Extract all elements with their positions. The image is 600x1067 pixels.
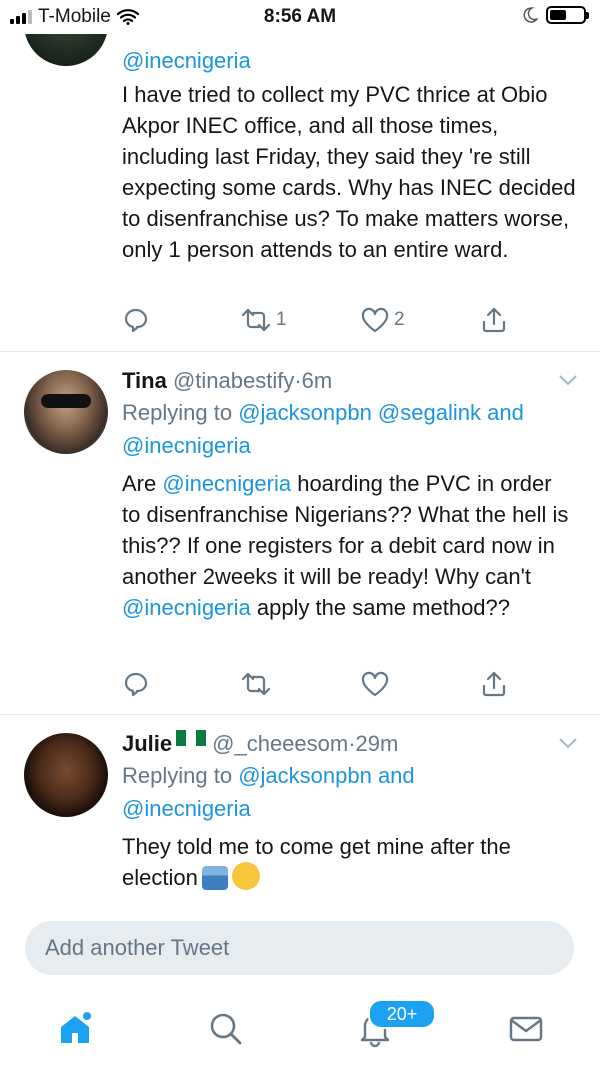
mention[interactable]: @inecnigeria <box>122 595 251 620</box>
replying-mention-last[interactable]: @inecnigeria <box>122 796 251 821</box>
retweet-button[interactable]: 1 <box>240 306 287 334</box>
replying-to: Replying to @jacksonpbn @segalink and @i… <box>122 400 524 458</box>
reply-button[interactable] <box>122 306 150 334</box>
tweet-time: 6m <box>301 368 333 393</box>
search-icon[interactable] <box>205 1008 245 1048</box>
reply-icon <box>124 308 148 333</box>
like-count: 2 <box>394 309 405 330</box>
reply-button[interactable] <box>122 670 150 698</box>
tweet-header: Julie @_cheeesom·29m <box>122 730 399 756</box>
tweet-2[interactable]: Tina @tinabestify·6m Replying to @jackso… <box>0 352 600 715</box>
share-button[interactable] <box>480 670 508 698</box>
home-icon[interactable] <box>55 1008 95 1048</box>
chevron-down-icon[interactable] <box>558 374 578 386</box>
reply-to-mention[interactable]: @inecnigeria <box>122 44 576 77</box>
add-tweet-input[interactable]: Add another Tweet <box>25 921 574 975</box>
share-icon <box>482 307 506 333</box>
replying-mentions[interactable]: @jacksonpbn @segalink <box>238 400 481 425</box>
replying-mention-last[interactable]: @inecnigeria <box>122 433 251 458</box>
like-button[interactable]: 2 <box>360 306 405 334</box>
nigeria-flag-icon <box>176 730 207 746</box>
thinking-face-emoji-icon <box>231 862 260 890</box>
tweet-1[interactable]: @inecnigeria I have tried to collect my … <box>0 0 600 352</box>
reply-icon <box>124 672 148 697</box>
chevron-down-icon[interactable] <box>558 737 578 749</box>
retweet-icon <box>241 308 271 332</box>
moon-icon <box>523 7 538 23</box>
tweet-actions <box>122 670 506 700</box>
share-button[interactable] <box>480 306 508 334</box>
add-tweet-placeholder: Add another Tweet <box>45 935 230 960</box>
tab-bar <box>0 1000 600 1067</box>
tweet-3[interactable]: Julie @_cheeesom·29m Replying to @jackson… <box>0 715 600 910</box>
author-name[interactable]: Julie <box>122 731 172 756</box>
tweet-actions: 1 2 <box>122 306 506 336</box>
replying-mentions[interactable]: @jacksonpbn <box>238 763 372 788</box>
author-handle[interactable]: @_cheeesom <box>212 731 348 756</box>
avatar[interactable] <box>24 370 108 454</box>
notifications-badge: 20+ <box>368 999 436 1029</box>
tweet-header: Tina @tinabestify·6m <box>122 368 333 393</box>
like-icon <box>361 307 389 333</box>
tweet-time: 29m <box>355 731 399 756</box>
status-bar: T-Mobile 8:56 AM <box>0 0 600 34</box>
messages-icon[interactable] <box>506 1008 546 1048</box>
retweet-count: 1 <box>276 309 287 330</box>
like-button[interactable] <box>360 670 390 698</box>
tweet-text: I have tried to collect my PVC thrice at… <box>122 82 576 262</box>
tweet-text: Are @inecnigeria hoarding the PVC in ord… <box>122 471 569 620</box>
status-time: 8:56 AM <box>263 6 337 27</box>
compose-bar: Add another Tweet <box>0 910 600 1000</box>
mention[interactable]: @inecnigeria <box>162 471 291 496</box>
avatar[interactable] <box>24 733 108 817</box>
retweet-icon <box>241 672 271 696</box>
tweet-text: They told me to come get mine after the … <box>122 834 511 890</box>
ballot-box-emoji-icon <box>201 866 228 890</box>
author-handle[interactable]: @tinabestify <box>173 368 294 393</box>
replying-to: Replying to @jacksonpbn and @inecnigeria <box>122 763 415 821</box>
battery-icon <box>546 6 589 24</box>
share-icon <box>482 671 506 697</box>
author-name[interactable]: Tina <box>122 368 167 393</box>
like-icon <box>361 671 389 697</box>
retweet-button[interactable] <box>240 670 272 698</box>
timeline: @inecnigeria I have tried to collect my … <box>0 0 600 910</box>
